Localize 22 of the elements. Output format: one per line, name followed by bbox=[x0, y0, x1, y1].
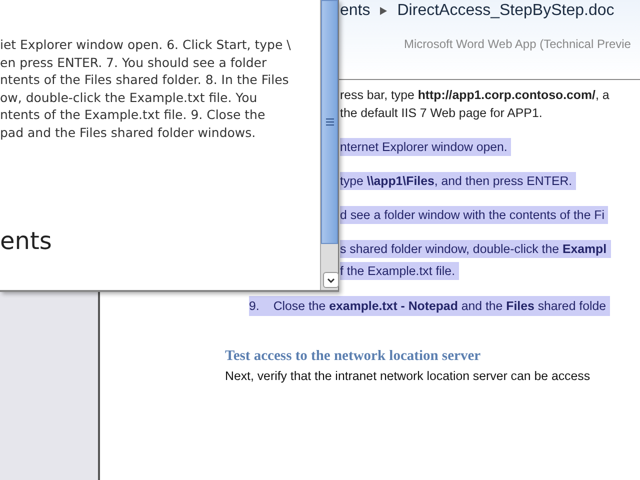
paragraph-text: Next, verify that the intranet network location server can be access bbox=[225, 369, 592, 383]
notepad-text-line: ow, double-click the Example.txt file. You bbox=[0, 88, 258, 106]
scrollbar[interactable] bbox=[320, 0, 338, 290]
chevron-down-icon bbox=[327, 278, 335, 282]
list-item-text: Close the example.txt - Notepad and the Files shared folde bbox=[273, 298, 606, 315]
notepad-text-line: en press ENTER. 7. You should see a folder bbox=[0, 54, 267, 71]
notepad-text-line: ntents of the Example.txt file. 9. Close the bbox=[0, 106, 266, 124]
breadcrumb-link[interactable]: DirectAccess_StepByStep.doc bbox=[397, 2, 614, 20]
breadcrumb-link[interactable]: ents bbox=[340, 2, 370, 20]
notepad-heading: ents bbox=[0, 233, 52, 250]
app-title: Microsoft Word Web App (Technical Previe bbox=[404, 37, 632, 51]
document-text-line: the default IIS 7 Web page for APP1. bbox=[340, 105, 544, 122]
scroll-thumb[interactable] bbox=[321, 0, 338, 244]
notepad-text-line: ntents of the Files shared folder. 8. In the Files bbox=[0, 71, 289, 88]
breadcrumb-arrow-icon bbox=[380, 7, 388, 15]
list-number: 9. bbox=[249, 298, 260, 315]
notepad-text-line: iet Explorer window open. 6. Click Start, type \ bbox=[0, 36, 291, 54]
notepad-text-line: pad and the Files shared folder windows. bbox=[0, 124, 256, 141]
section-heading: Test access to the network location server bbox=[225, 348, 482, 365]
grip-icon bbox=[326, 118, 334, 126]
scroll-down-button[interactable] bbox=[323, 272, 339, 288]
document-text-line: ress bar, type http://app1.corp.contoso.com/, a bbox=[340, 87, 610, 104]
